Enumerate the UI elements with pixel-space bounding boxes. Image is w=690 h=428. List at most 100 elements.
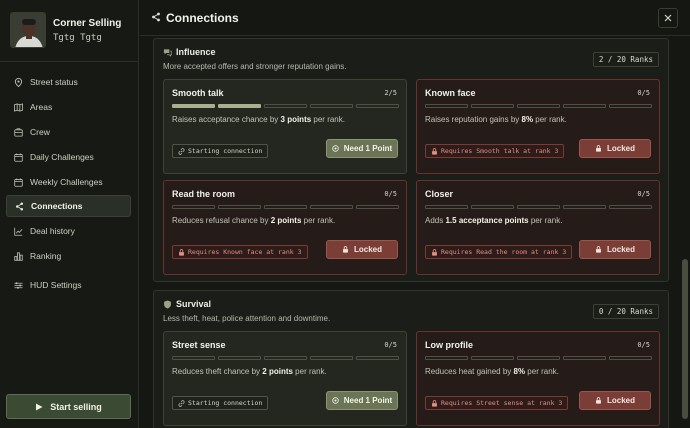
- sidebar-item-label: Weekly Challenges: [30, 177, 103, 187]
- rank-pip: [425, 356, 468, 360]
- rank-pip: [310, 356, 353, 360]
- sidebar-item-daily-challenges[interactable]: Daily Challenges: [6, 146, 131, 168]
- rank-count: 2/5: [384, 89, 397, 97]
- start-selling-label: Start selling: [50, 401, 102, 412]
- shield-icon: [164, 300, 171, 308]
- sidebar: Corner Selling Tgtg Tgtg Street status A…: [0, 0, 139, 428]
- sliders-icon: [14, 281, 23, 289]
- requirement-chip: Requires Smooth talk at rank 3: [425, 144, 565, 158]
- rank-pip: [218, 356, 261, 360]
- rank-counter: 2 / 20 Ranks: [592, 52, 659, 67]
- section-description: More accepted offers and stronger reputa…: [163, 62, 347, 71]
- requirement-chip: Requires Street sense at rank 3: [425, 396, 569, 410]
- lock-icon: [432, 147, 437, 155]
- rank-pip: [172, 104, 215, 108]
- sidebar-item-street-status[interactable]: Street status: [6, 71, 131, 93]
- rank-pip: [264, 104, 307, 108]
- location-icon: [14, 77, 23, 87]
- rank-pip: [563, 104, 606, 108]
- rank-count: 0/5: [637, 190, 650, 198]
- rank-count: 0/5: [384, 341, 397, 349]
- sidebar-item-label: Areas: [30, 102, 53, 112]
- section-title: Survival: [163, 299, 211, 309]
- map-icon: [14, 102, 23, 112]
- sidebar-item-ranking[interactable]: Ranking: [6, 245, 131, 267]
- locked-button[interactable]: Locked: [579, 139, 651, 158]
- card-closer: Closer 0/5 Adds 1.5 acceptance points pe…: [416, 180, 660, 275]
- scrollbar[interactable]: [682, 37, 688, 428]
- rank-progress: [172, 356, 399, 360]
- card-title: Closer: [425, 189, 454, 199]
- coin-icon: [332, 397, 339, 404]
- sidebar-item-label: Deal history: [30, 226, 75, 236]
- close-button[interactable]: [658, 8, 678, 28]
- locked-button[interactable]: Locked: [326, 240, 398, 259]
- crew-icon: [14, 127, 23, 137]
- link-icon: [178, 147, 185, 155]
- rank-pip: [218, 205, 261, 209]
- chart-icon: [14, 227, 23, 236]
- sidebar-item-deal-history[interactable]: Deal history: [6, 220, 131, 242]
- rank-pip: [356, 104, 399, 108]
- card-title: Smooth talk: [172, 88, 224, 98]
- header: Connections: [140, 0, 690, 36]
- link-icon: [178, 399, 185, 407]
- card-description: Raises reputation gains by 8% per rank.: [425, 115, 567, 124]
- card-description: Adds 1.5 acceptance points per rank.: [425, 216, 563, 225]
- calendar-icon: [14, 152, 23, 162]
- share-icon: [152, 12, 160, 22]
- sidebar-item-areas[interactable]: Areas: [6, 96, 131, 118]
- rank-pip: [425, 104, 468, 108]
- locked-button[interactable]: Locked: [579, 240, 651, 259]
- card-street-sense: Street sense 0/5 Reduces theft chance by…: [163, 331, 407, 426]
- sidebar-item-hud-settings[interactable]: HUD Settings: [6, 274, 131, 296]
- rank-count: 0/5: [384, 190, 397, 198]
- requirement-chip: Requires Read the room at rank 3: [425, 245, 573, 259]
- sidebar-item-label: Street status: [30, 77, 78, 87]
- rank-pip: [425, 205, 468, 209]
- divider: [0, 61, 139, 62]
- rank-pip: [172, 205, 215, 209]
- card-known-face: Known face 0/5 Raises reputation gains b…: [416, 79, 660, 174]
- card-smooth-talk: Smooth talk 2/5 Raises acceptance chance…: [163, 79, 407, 174]
- rank-progress: [172, 205, 399, 209]
- locked-button[interactable]: Locked: [579, 391, 651, 410]
- sidebar-item-label: Crew: [30, 127, 50, 137]
- rank-pip: [563, 356, 606, 360]
- main-panel: Connections Influence More accepted offe…: [140, 0, 690, 428]
- profile: Corner Selling Tgtg Tgtg: [10, 12, 130, 50]
- sidebar-item-weekly-challenges[interactable]: Weekly Challenges: [6, 171, 131, 193]
- section-survival: Survival Less theft, heat, police attent…: [153, 290, 669, 428]
- lock-icon: [432, 399, 437, 407]
- card-description: Raises acceptance chance by 3 points per…: [172, 115, 345, 124]
- chat-icon: [163, 48, 172, 57]
- rank-pip: [264, 356, 307, 360]
- rank-pip: [310, 104, 353, 108]
- sidebar-item-label: HUD Settings: [30, 280, 82, 290]
- scrollbar-thumb[interactable]: [682, 259, 688, 419]
- calendar-icon: [14, 177, 23, 187]
- rank-pip: [609, 104, 652, 108]
- sidebar-item-connections[interactable]: Connections: [6, 195, 131, 217]
- sidebar-item-label: Ranking: [30, 251, 62, 261]
- card-title: Street sense: [172, 340, 226, 350]
- card-description: Reduces refusal chance by 2 points per r…: [172, 216, 336, 225]
- lock-icon: [432, 248, 437, 256]
- start-selling-button[interactable]: Start selling: [6, 394, 131, 419]
- rank-pip: [264, 205, 307, 209]
- section-description: Less theft, heat, police attention and d…: [163, 314, 331, 323]
- close-icon: [664, 14, 672, 22]
- rank-pip: [471, 356, 514, 360]
- rank-progress: [172, 104, 399, 108]
- starting-connection-chip: Starting connection: [172, 396, 269, 410]
- rank-pip: [310, 205, 353, 209]
- need-point-button[interactable]: Need 1 Point: [326, 139, 398, 158]
- need-point-button[interactable]: Need 1 Point: [326, 391, 398, 410]
- rank-pip: [609, 205, 652, 209]
- profile-subtitle: Tgtg Tgtg: [53, 33, 102, 43]
- sidebar-item-crew[interactable]: Crew: [6, 121, 131, 143]
- share-icon: [15, 202, 24, 210]
- rank-pip: [471, 205, 514, 209]
- card-title: Read the room: [172, 189, 236, 199]
- rank-progress: [425, 356, 652, 360]
